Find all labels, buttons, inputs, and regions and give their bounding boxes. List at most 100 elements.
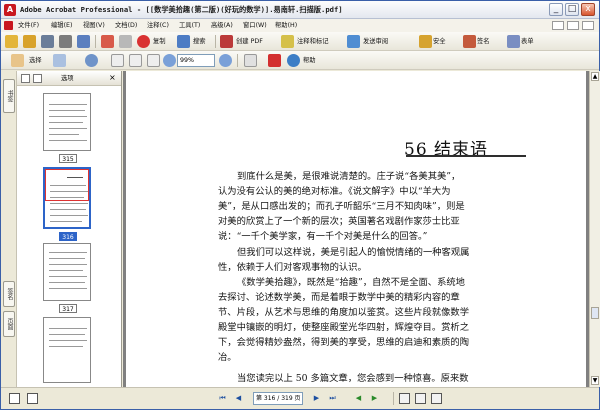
review-icon[interactable]	[119, 35, 132, 48]
search-button[interactable]: 搜索	[193, 36, 206, 47]
email-icon[interactable]	[77, 35, 90, 48]
fit-width-icon[interactable]	[147, 54, 160, 67]
send-review-icon[interactable]	[347, 35, 360, 48]
hand-tool-icon[interactable]	[11, 54, 24, 67]
next-page-icon[interactable]: ▶	[311, 393, 322, 404]
delete-page-icon[interactable]	[33, 74, 42, 83]
previous-view-icon[interactable]: ◀	[353, 393, 364, 404]
body-line: 对美的欣赏上了一个新的层次；英国著名戏剧作家莎士比亚	[218, 216, 460, 227]
menu-tools[interactable]: 工具(T)	[179, 20, 200, 31]
options-menu[interactable]: 选项	[61, 74, 74, 83]
body-line: 认为没有公认的美的绝对标准。《说文解字》中以“羊大为	[218, 186, 451, 197]
page-number-label: 315	[59, 154, 77, 163]
menu-document[interactable]: 文档(D)	[115, 20, 137, 31]
create-pdf-icon[interactable]	[220, 35, 233, 48]
menu-comments[interactable]: 注释(C)	[147, 20, 169, 31]
file-toolbar: 复制 搜索 创建 PDF 注释和标记 发送审阅 安全 签名 表单	[1, 32, 599, 51]
doc-close-button[interactable]	[582, 21, 594, 30]
body-line: 下，会觉得精妙盎然，得到美的享受，思维的启迪和素质的陶	[218, 337, 470, 348]
document-view[interactable]: 56 结束语 到底什么是美，是很难说清楚的。庄子说“各美其美”， 认为没有公认的…	[123, 71, 589, 387]
title-bar[interactable]: A Adobe Acrobat Professional - [[数学美拾趣(第…	[1, 1, 599, 19]
minimize-button[interactable]: _	[549, 3, 563, 16]
tab-signatures[interactable]: 签名	[3, 281, 15, 307]
status-separator	[393, 392, 394, 405]
menu-window[interactable]: 窗口(W)	[243, 20, 267, 31]
body-line: 去探讨、论述数学美，而是着眼于数学中美的精彩内容的章	[218, 292, 460, 303]
create-pdf-button[interactable]: 创建 PDF	[236, 36, 263, 47]
zoom-in-icon[interactable]	[219, 54, 232, 67]
comment-markup-button[interactable]: 注释和标记	[297, 36, 328, 47]
status-bar: ⏮ ◀ 第 316 / 319 页 ▶ ⏭ ◀ ▶	[1, 387, 599, 409]
secure-button[interactable]: 安全	[433, 36, 446, 47]
zoom-level-field[interactable]: 99%	[177, 54, 215, 67]
stop-icon[interactable]	[137, 35, 150, 48]
lock-icon[interactable]	[419, 35, 432, 48]
menu-edit[interactable]: 编辑(E)	[51, 20, 73, 31]
body-line: 《数学美拾趣》，既然是“拾趣”，自然不是全面、系统地	[237, 277, 465, 288]
forms-button[interactable]: 表单	[521, 36, 534, 47]
yahoo-icon[interactable]	[268, 54, 281, 67]
last-page-icon[interactable]: ⏭	[327, 393, 338, 404]
maximize-button[interactable]: □	[565, 3, 579, 16]
attach-icon[interactable]	[101, 35, 114, 48]
page-thumbnail[interactable]	[43, 317, 91, 383]
rotate-icon[interactable]	[244, 54, 257, 67]
navigation-toolbar: 选择 99% 帮助	[1, 51, 599, 70]
close-button[interactable]: x	[581, 3, 595, 16]
body-line: 冶。	[218, 352, 237, 363]
fit-page-icon[interactable]	[129, 54, 142, 67]
sign-icon[interactable]	[463, 35, 476, 48]
facing-view-icon[interactable]	[415, 393, 426, 404]
send-review-button[interactable]: 发送审阅	[363, 36, 388, 47]
sign-button[interactable]: 签名	[477, 36, 490, 47]
menu-file[interactable]: 文件(F)	[18, 20, 39, 31]
save-icon[interactable]	[41, 35, 54, 48]
page-thumbnail[interactable]	[43, 93, 91, 151]
snapshot-icon[interactable]	[53, 54, 66, 67]
page-thumbnail[interactable]	[43, 243, 91, 301]
scroll-thumb[interactable]	[591, 307, 599, 319]
help-icon[interactable]	[287, 54, 300, 67]
nav-tab-strip: 书签 签名 页面	[1, 71, 17, 387]
doc-restore-button[interactable]	[567, 21, 579, 30]
continuous-view-icon[interactable]	[399, 393, 410, 404]
menu-advanced[interactable]: 高级(A)	[211, 20, 233, 31]
doc-minimize-button[interactable]	[552, 21, 564, 30]
page-number-field[interactable]: 第 316 / 319 页	[253, 392, 303, 405]
pdf-page: 56 结束语 到底什么是美，是很难说清楚的。庄子说“各美其美”， 认为没有公认的…	[126, 71, 586, 387]
vertical-scrollbar[interactable]: ▲ ▼	[589, 71, 600, 387]
copy-label[interactable]: 复制	[153, 36, 166, 47]
body-line: 到底什么是美，是很难说清楚的。庄子说“各美其美”，	[237, 171, 461, 182]
scroll-up-icon[interactable]: ▲	[591, 72, 599, 81]
tab-pages[interactable]: 页面	[3, 311, 15, 337]
menu-help[interactable]: 帮助(H)	[275, 20, 297, 31]
pane-toggle-icon[interactable]	[9, 393, 20, 404]
panel-page-icon	[21, 74, 30, 83]
panel-close-icon[interactable]: ×	[109, 73, 116, 83]
single-page-icon[interactable]	[431, 393, 442, 404]
comment-icon[interactable]	[281, 35, 294, 48]
zoom-icon[interactable]	[85, 54, 98, 67]
previous-page-icon[interactable]: ◀	[233, 393, 244, 404]
acrobat-logo-icon: A	[4, 4, 16, 16]
tab-bookmarks[interactable]: 书签	[3, 79, 15, 113]
menu-view[interactable]: 视图(V)	[83, 20, 105, 31]
select-tool-button[interactable]: 选择	[29, 55, 42, 66]
help-button[interactable]: 帮助	[303, 55, 316, 66]
form-icon[interactable]	[507, 35, 520, 48]
open-folder-icon[interactable]	[23, 35, 36, 48]
open-icon[interactable]	[5, 35, 18, 48]
body-line: 节、片段，从艺术与思维的角度加以鉴赏。这些片段就像数学	[218, 307, 470, 318]
toolbar-separator	[95, 35, 96, 48]
first-page-icon[interactable]: ⏮	[217, 393, 228, 404]
page-thumbnail-selected[interactable]	[43, 167, 91, 229]
scroll-down-icon[interactable]: ▼	[591, 376, 599, 385]
body-line: 性，依赖于人们对客观事物的认识。	[218, 262, 367, 273]
page-layout-icon[interactable]	[27, 393, 38, 404]
zoom-out-icon[interactable]	[163, 54, 176, 67]
print-icon[interactable]	[59, 35, 72, 48]
toolbar-separator	[215, 35, 216, 48]
binoculars-icon[interactable]	[177, 35, 190, 48]
actual-size-icon[interactable]	[111, 54, 124, 67]
next-view-icon[interactable]: ▶	[369, 393, 380, 404]
